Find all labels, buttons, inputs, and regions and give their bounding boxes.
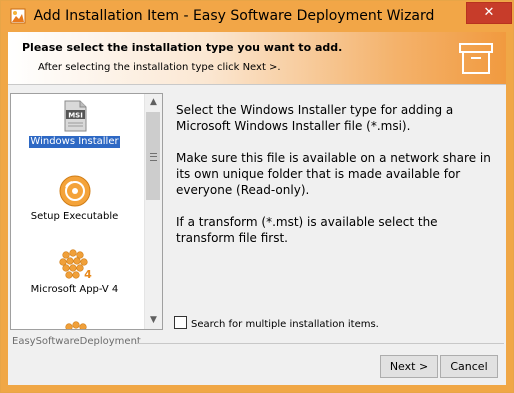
header-subtitle: After selecting the installation type cl… bbox=[38, 62, 281, 73]
list-scrollbar[interactable]: ▲ ▼ bbox=[144, 94, 162, 329]
wizard-header: Please select the installation type you … bbox=[8, 32, 506, 85]
list-item-label: Setup Executable bbox=[30, 211, 119, 222]
grip-icon bbox=[150, 153, 157, 161]
list-item-label: Windows Installer bbox=[28, 135, 121, 149]
brand-label: EasySoftwareDeployment bbox=[12, 336, 141, 347]
msi-file-icon: MSI bbox=[64, 100, 86, 132]
description-paragraph-3: If a transform (*.mst) is available sele… bbox=[176, 215, 438, 245]
list-item-label: Microsoft App-V 4 bbox=[30, 284, 119, 295]
list-item-setup-executable[interactable]: Setup Executable bbox=[11, 174, 138, 223]
multi-search-label: Search for multiple installation items. bbox=[191, 319, 379, 330]
close-button[interactable]: ✕ bbox=[466, 2, 512, 24]
scroll-down-arrow-icon[interactable]: ▼ bbox=[145, 312, 162, 329]
setup-disc-icon bbox=[59, 175, 90, 207]
list-item-windows-installer[interactable]: MSI Windows Installer bbox=[11, 99, 138, 149]
scroll-up-arrow-icon[interactable]: ▲ bbox=[145, 94, 162, 111]
header-title: Please select the installation type you … bbox=[22, 41, 343, 54]
footer-divider bbox=[136, 343, 504, 344]
window-title: Add Installation Item - Easy Software De… bbox=[33, 8, 435, 24]
svg-text:MSI: MSI bbox=[68, 111, 83, 119]
installation-type-list[interactable]: MSI Windows Installer Setup Executable 4… bbox=[10, 93, 163, 330]
multi-search-checkbox[interactable] bbox=[174, 316, 187, 329]
appv5-cubes-icon-partial bbox=[65, 321, 87, 329]
description-paragraph-1: Select the Windows Installer type for ad… bbox=[176, 103, 454, 133]
list-item-appv4[interactable]: 4 Microsoft App-V 4 bbox=[11, 247, 138, 296]
wizard-body: Please select the installation type you … bbox=[8, 32, 506, 385]
scroll-thumb[interactable] bbox=[146, 112, 160, 200]
wizard-window: Add Installation Item - Easy Software De… bbox=[0, 0, 514, 393]
appv4-cubes-icon: 4 bbox=[58, 249, 92, 281]
next-button[interactable]: Next > bbox=[380, 355, 438, 378]
title-bar[interactable]: Add Installation Item - Easy Software De… bbox=[1, 1, 513, 32]
multi-search-option[interactable]: Search for multiple installation items. bbox=[174, 316, 379, 330]
cancel-button[interactable]: Cancel bbox=[440, 355, 498, 378]
description-paragraph-2: Make sure this file is available on a ne… bbox=[176, 151, 491, 197]
archive-box-icon bbox=[459, 43, 493, 74]
svg-text:4: 4 bbox=[84, 268, 92, 281]
